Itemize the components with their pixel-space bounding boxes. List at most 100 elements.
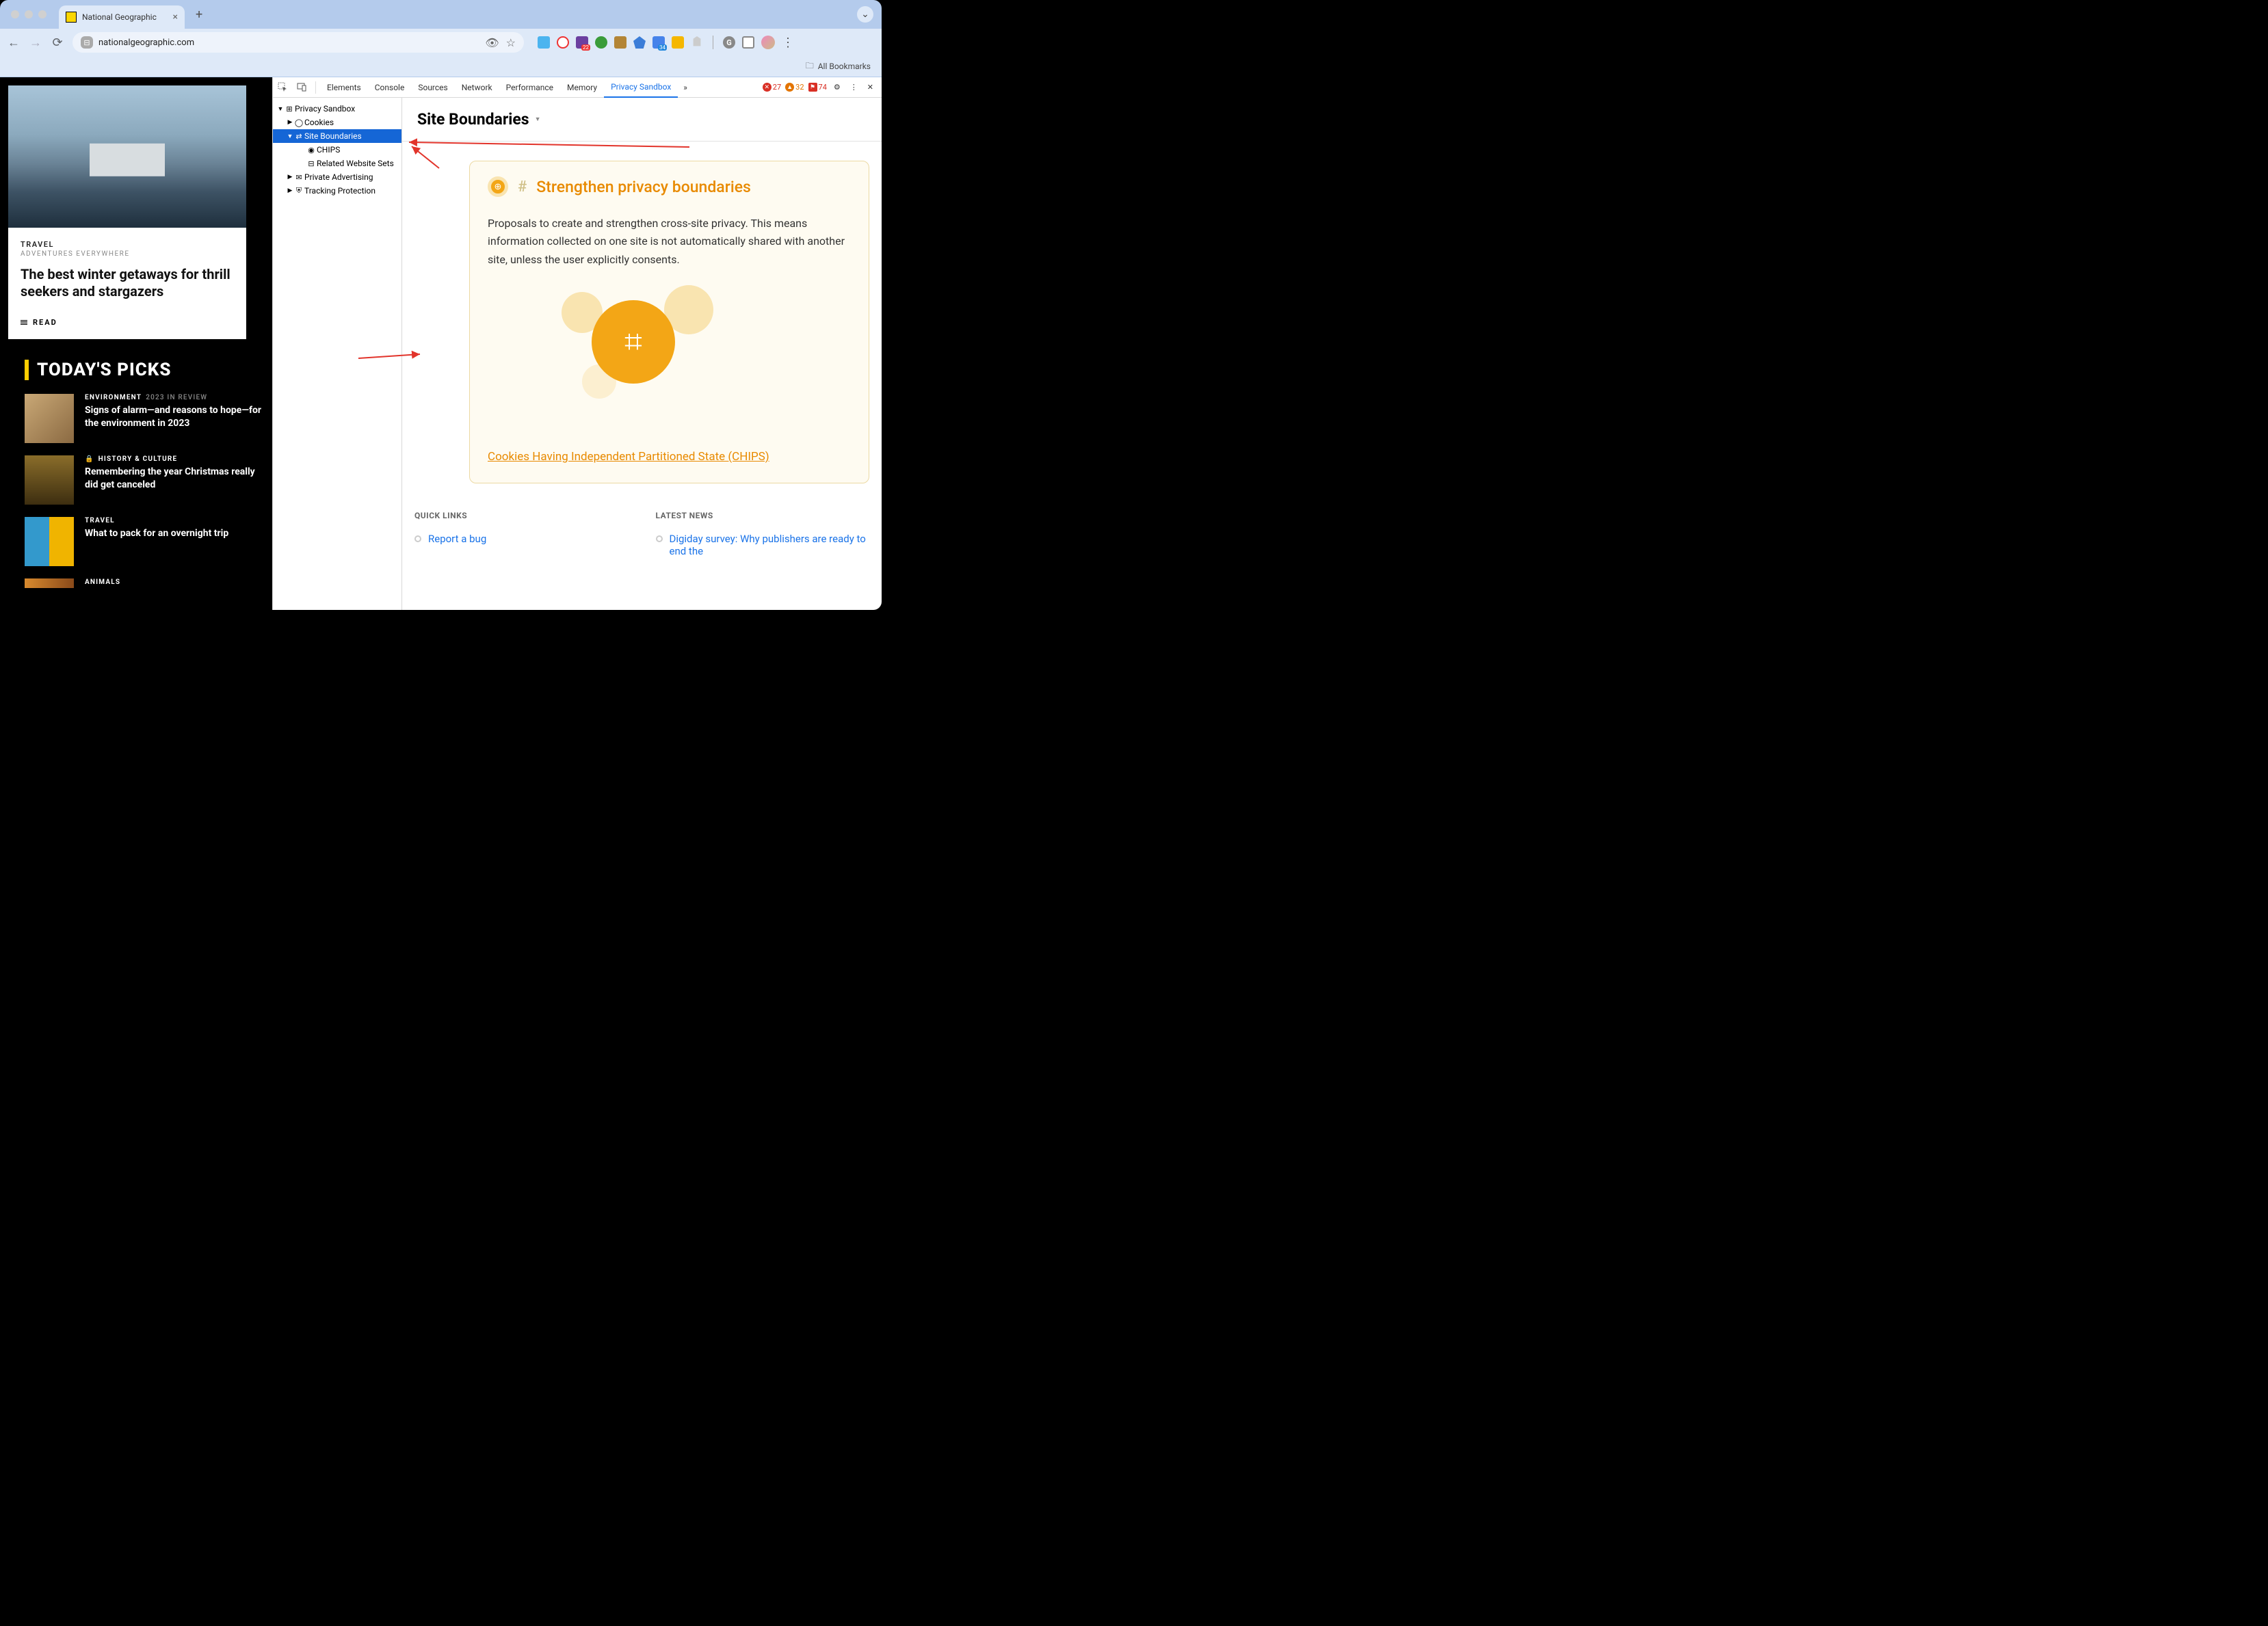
status-badges: ✕27 ▲32 ⚑74 ⚙ ⋮ ✕ xyxy=(763,83,882,92)
address-bar[interactable]: ⊟ nationalgeographic.com 👁 ☆ xyxy=(72,32,524,53)
error-count[interactable]: ✕27 xyxy=(763,83,781,92)
pick-category: ANIMALS xyxy=(85,578,120,586)
browser-chrome: National Geographic × + ⌄ ← → ⟳ ⊟ nation… xyxy=(0,0,882,77)
browser-tab[interactable]: National Geographic × xyxy=(59,5,185,29)
card-link-row: Cookies Having Independent Partitioned S… xyxy=(488,447,851,468)
tab-memory[interactable]: Memory xyxy=(560,77,604,98)
tab-elements[interactable]: Elements xyxy=(320,77,368,98)
site-info-icon[interactable]: ⊟ xyxy=(81,36,93,49)
extension-icon[interactable]: 34 xyxy=(652,36,665,49)
pick-title: Remembering the year Christmas really di… xyxy=(85,466,263,492)
info-count[interactable]: ⚑74 xyxy=(808,83,827,92)
tree-item-cookies[interactable]: ▶◯Cookies xyxy=(273,116,401,129)
hash-icon: # xyxy=(518,178,527,196)
extension-icon[interactable] xyxy=(557,36,569,49)
reload-button[interactable]: ⟳ xyxy=(51,36,64,50)
privacy-eye-icon[interactable]: 👁 xyxy=(485,36,499,49)
pick-category: ENVIRONMENT xyxy=(85,394,142,401)
card-description: Proposals to create and strengthen cross… xyxy=(488,215,851,269)
dropdown-icon[interactable]: ▼ xyxy=(535,116,541,123)
devtools-tab-bar: Elements Console Sources Network Perform… xyxy=(273,77,882,98)
pick-thumbnail xyxy=(25,578,74,588)
extension-icons: 22 34 G ⋮ xyxy=(538,36,794,50)
latest-news-heading: LATEST NEWS xyxy=(656,511,870,520)
related-sets-icon: ⊟ xyxy=(306,159,317,168)
devtools-menu-button[interactable]: ⋮ xyxy=(847,83,860,92)
cookie-icon: ◯ xyxy=(293,118,304,127)
chips-icon: ◉ xyxy=(306,146,317,155)
extension-icon[interactable] xyxy=(672,36,684,49)
bookmark-star-icon[interactable]: ☆ xyxy=(506,36,516,49)
bullet-icon xyxy=(656,535,663,542)
tree-item-site-boundaries[interactable]: ▼⇄Site Boundaries xyxy=(273,129,401,143)
maximize-window-button[interactable] xyxy=(38,10,47,18)
settings-gear-icon[interactable]: ⚙ xyxy=(831,83,843,92)
tab-console[interactable]: Console xyxy=(368,77,412,98)
address-bar-row: ← → ⟳ ⊟ nationalgeographic.com 👁 ☆ 22 34… xyxy=(0,29,882,56)
pick-item[interactable]: ENVIRONMENT 2023 IN REVIEW Signs of alar… xyxy=(25,394,272,443)
folder-icon: 🗀 xyxy=(806,59,814,74)
hero-article-card[interactable]: TRAVEL ADVENTURES EVERYWHERE The best wi… xyxy=(8,85,246,339)
pick-title: What to pack for an overnight trip xyxy=(85,527,228,540)
close-devtools-button[interactable]: ✕ xyxy=(865,83,876,92)
extensions-puzzle-icon[interactable] xyxy=(691,36,703,49)
pick-thumbnail xyxy=(25,455,74,505)
device-toolbar-icon[interactable] xyxy=(292,82,311,92)
inspect-element-icon[interactable] xyxy=(273,82,292,92)
new-tab-button[interactable]: + xyxy=(196,8,202,22)
tree-item-tracking-protection[interactable]: ▶⛨Tracking Protection xyxy=(273,184,401,198)
page-title: Site Boundaries xyxy=(417,110,529,129)
google-account-icon[interactable]: G xyxy=(723,36,735,49)
tab-privacy-sandbox[interactable]: Privacy Sandbox xyxy=(604,77,678,98)
bookmarks-bar: 🗀 All Bookmarks xyxy=(0,56,882,77)
news-link[interactable]: Digiday survey: Why publishers are ready… xyxy=(670,533,870,557)
webpage-viewport[interactable]: TRAVEL ADVENTURES EVERYWHERE The best wi… xyxy=(0,77,272,610)
tabs-dropdown-button[interactable]: ⌄ xyxy=(857,6,873,23)
warning-count[interactable]: ▲32 xyxy=(785,83,804,92)
close-tab-button[interactable]: × xyxy=(173,12,178,23)
extension-icon[interactable] xyxy=(633,36,646,49)
content-header: Site Boundaries ▼ xyxy=(402,98,882,142)
extension-icon[interactable]: 22 xyxy=(576,36,588,49)
read-lines-icon xyxy=(21,320,27,325)
tree-item-private-advertising[interactable]: ▶✉Private Advertising xyxy=(273,170,401,184)
close-window-button[interactable] xyxy=(11,10,19,18)
bottom-columns: QUICK LINKS Report a bug LATEST NEWS Dig… xyxy=(414,511,869,557)
info-card: ⊕ # Strengthen privacy boundaries Propos… xyxy=(469,161,869,483)
forward-button[interactable]: → xyxy=(29,36,42,50)
sandbox-icon: ⊞ xyxy=(284,105,295,114)
boundaries-icon: ⇄ xyxy=(293,132,304,141)
report-bug-link[interactable]: Report a bug xyxy=(428,533,486,545)
extension-icon[interactable] xyxy=(538,36,550,49)
article-subtitle: ADVENTURES EVERYWHERE xyxy=(21,250,234,258)
pick-category: TRAVEL xyxy=(85,517,115,524)
card-title: Strengthen privacy boundaries xyxy=(536,178,751,196)
chips-link[interactable]: Cookies Having Independent Partitioned S… xyxy=(488,450,769,464)
hero-image xyxy=(8,85,246,228)
pick-item[interactable]: TRAVEL What to pack for an overnight tri… xyxy=(25,517,272,566)
minimize-window-button[interactable] xyxy=(25,10,33,18)
tree-item-chips[interactable]: ◉CHIPS xyxy=(273,143,401,157)
quick-links-heading: QUICK LINKS xyxy=(414,511,629,520)
devtools-content-pane[interactable]: Site Boundaries ▼ ⊕ # Strengthen privacy … xyxy=(402,98,882,610)
tab-performance[interactable]: Performance xyxy=(499,77,560,98)
advertising-icon: ✉ xyxy=(293,173,304,182)
back-button[interactable]: ← xyxy=(7,36,21,50)
extension-icon[interactable] xyxy=(614,36,627,49)
pick-title: Signs of alarm—and reasons to hope—for t… xyxy=(85,404,263,430)
side-panel-icon[interactable] xyxy=(742,36,754,49)
tab-sources[interactable]: Sources xyxy=(411,77,454,98)
profile-avatar[interactable] xyxy=(761,36,775,49)
chrome-menu-button[interactable]: ⋮ xyxy=(782,36,794,50)
extension-icon[interactable] xyxy=(595,36,607,49)
all-bookmarks-link[interactable]: All Bookmarks xyxy=(818,62,871,71)
read-button[interactable]: READ xyxy=(21,318,234,327)
tree-root-privacy-sandbox[interactable]: ▼⊞Privacy Sandbox xyxy=(273,102,401,116)
pick-item[interactable]: ANIMALS xyxy=(25,578,272,588)
tab-network[interactable]: Network xyxy=(455,77,499,98)
tree-item-related-sets[interactable]: ⊟Related Website Sets xyxy=(273,157,401,170)
pick-item[interactable]: 🔒HISTORY & CULTURE Remembering the year … xyxy=(25,455,272,505)
tab-title: National Geographic xyxy=(82,12,173,22)
pick-category: HISTORY & CULTURE xyxy=(98,455,178,463)
more-tabs-button[interactable]: » xyxy=(678,83,693,92)
